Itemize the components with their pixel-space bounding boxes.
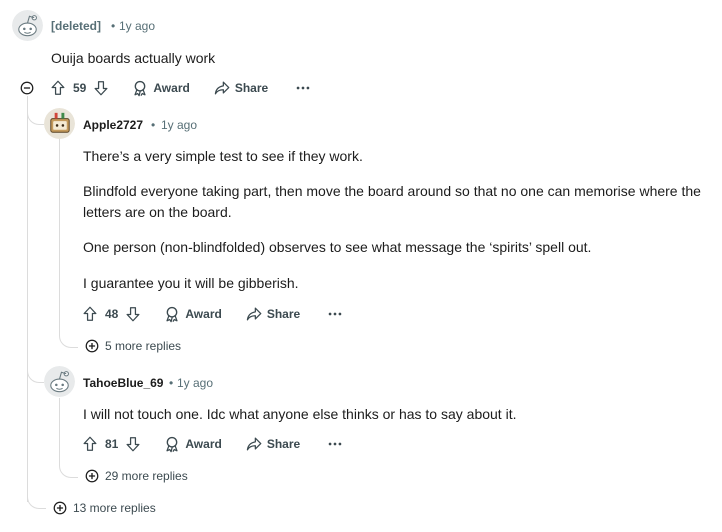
more-replies-button[interactable]: 13 more replies [53, 501, 156, 515]
share-button[interactable]: Share [213, 79, 268, 97]
comment-timestamp[interactable]: 1y ago [177, 376, 213, 390]
comment-body: Ouija boards actually work [51, 50, 216, 66]
award-button[interactable]: Award [163, 435, 222, 453]
comment-actions: 81 Award Share [81, 433, 344, 455]
more-options-button[interactable] [326, 435, 344, 453]
more-replies-button[interactable]: 29 more replies [85, 469, 188, 483]
more-replies-label: 29 more replies [105, 469, 188, 483]
downvote-button[interactable] [92, 79, 110, 97]
award-button[interactable]: Award [131, 79, 190, 97]
comment-paragraph: I guarantee you it will be gibberish. [83, 275, 299, 291]
more-options-icon [326, 435, 344, 453]
snoo-avatar-icon [44, 366, 75, 397]
more-options-icon [294, 79, 312, 97]
upvote-icon [81, 305, 99, 323]
vote-score: 81 [105, 437, 119, 451]
expand-icon [85, 469, 99, 483]
collapse-icon[interactable] [20, 81, 34, 95]
meta-separator: • [169, 376, 174, 390]
upvote-icon [49, 79, 67, 97]
comment-body: I will not touch one. Idc what anyone el… [83, 406, 517, 422]
share-button[interactable]: Share [245, 435, 300, 453]
downvote-button[interactable] [124, 435, 142, 453]
comment-author[interactable]: Apple2727 [83, 118, 143, 132]
share-label: Share [234, 81, 269, 95]
snoo-avatar-icon [44, 108, 75, 139]
award-label: Award [185, 307, 222, 321]
downvote-icon [124, 435, 142, 453]
more-options-button[interactable] [294, 79, 312, 97]
award-icon [163, 305, 181, 323]
vote-score: 48 [105, 307, 119, 321]
snoo-avatar-icon [12, 10, 43, 41]
award-button[interactable]: Award [163, 305, 222, 323]
avatar[interactable] [44, 366, 75, 397]
award-label: Award [153, 81, 190, 95]
expand-icon [85, 339, 99, 353]
more-options-button[interactable] [326, 305, 344, 323]
comment-timestamp[interactable]: 1y ago [119, 19, 155, 33]
comment-paragraph: Blindfold everyone taking part, then mov… [83, 183, 701, 220]
reply1-thread-curve [59, 330, 78, 348]
downvote-icon [92, 79, 110, 97]
share-icon [213, 79, 231, 97]
comment-author[interactable]: TahoeBlue_69 [83, 376, 163, 390]
award-icon [163, 435, 181, 453]
award-label: Award [185, 437, 222, 451]
reply2-thread-line [59, 398, 60, 462]
award-icon [131, 79, 149, 97]
meta-separator: • [111, 19, 116, 33]
root-thread-line [27, 96, 28, 502]
avatar[interactable] [44, 108, 75, 139]
reply2-branch [27, 366, 44, 383]
reply2-thread-curve [59, 460, 78, 478]
vote-score: 59 [73, 81, 87, 95]
upvote-button[interactable] [81, 435, 99, 453]
downvote-button[interactable] [124, 305, 142, 323]
root-thread-curve [27, 490, 46, 509]
downvote-icon [124, 305, 142, 323]
comment-author: [deleted] [51, 19, 102, 33]
share-label: Share [266, 307, 301, 321]
share-label: Share [266, 437, 301, 451]
comment-actions: 48 Award Share [81, 303, 344, 325]
more-replies-label: 13 more replies [73, 501, 156, 515]
share-button[interactable]: Share [245, 305, 300, 323]
more-replies-button[interactable]: 5 more replies [85, 339, 181, 353]
reply1-branch [27, 108, 44, 125]
comment-actions: 59 Award Share [49, 77, 312, 99]
upvote-button[interactable] [49, 79, 67, 97]
share-icon [245, 435, 263, 453]
more-replies-label: 5 more replies [105, 339, 182, 353]
upvote-button[interactable] [81, 305, 99, 323]
reply1-thread-line [59, 138, 60, 332]
meta-separator: • [151, 118, 156, 132]
comment-paragraph: There’s a very simple test to see if the… [83, 148, 363, 164]
comment-paragraph: One person (non-blindfolded) observes to… [83, 239, 592, 255]
share-icon [245, 305, 263, 323]
expand-icon [53, 501, 67, 515]
upvote-icon [81, 435, 99, 453]
more-options-icon [326, 305, 344, 323]
comment-timestamp[interactable]: 1y ago [161, 118, 197, 132]
avatar[interactable] [12, 10, 43, 41]
